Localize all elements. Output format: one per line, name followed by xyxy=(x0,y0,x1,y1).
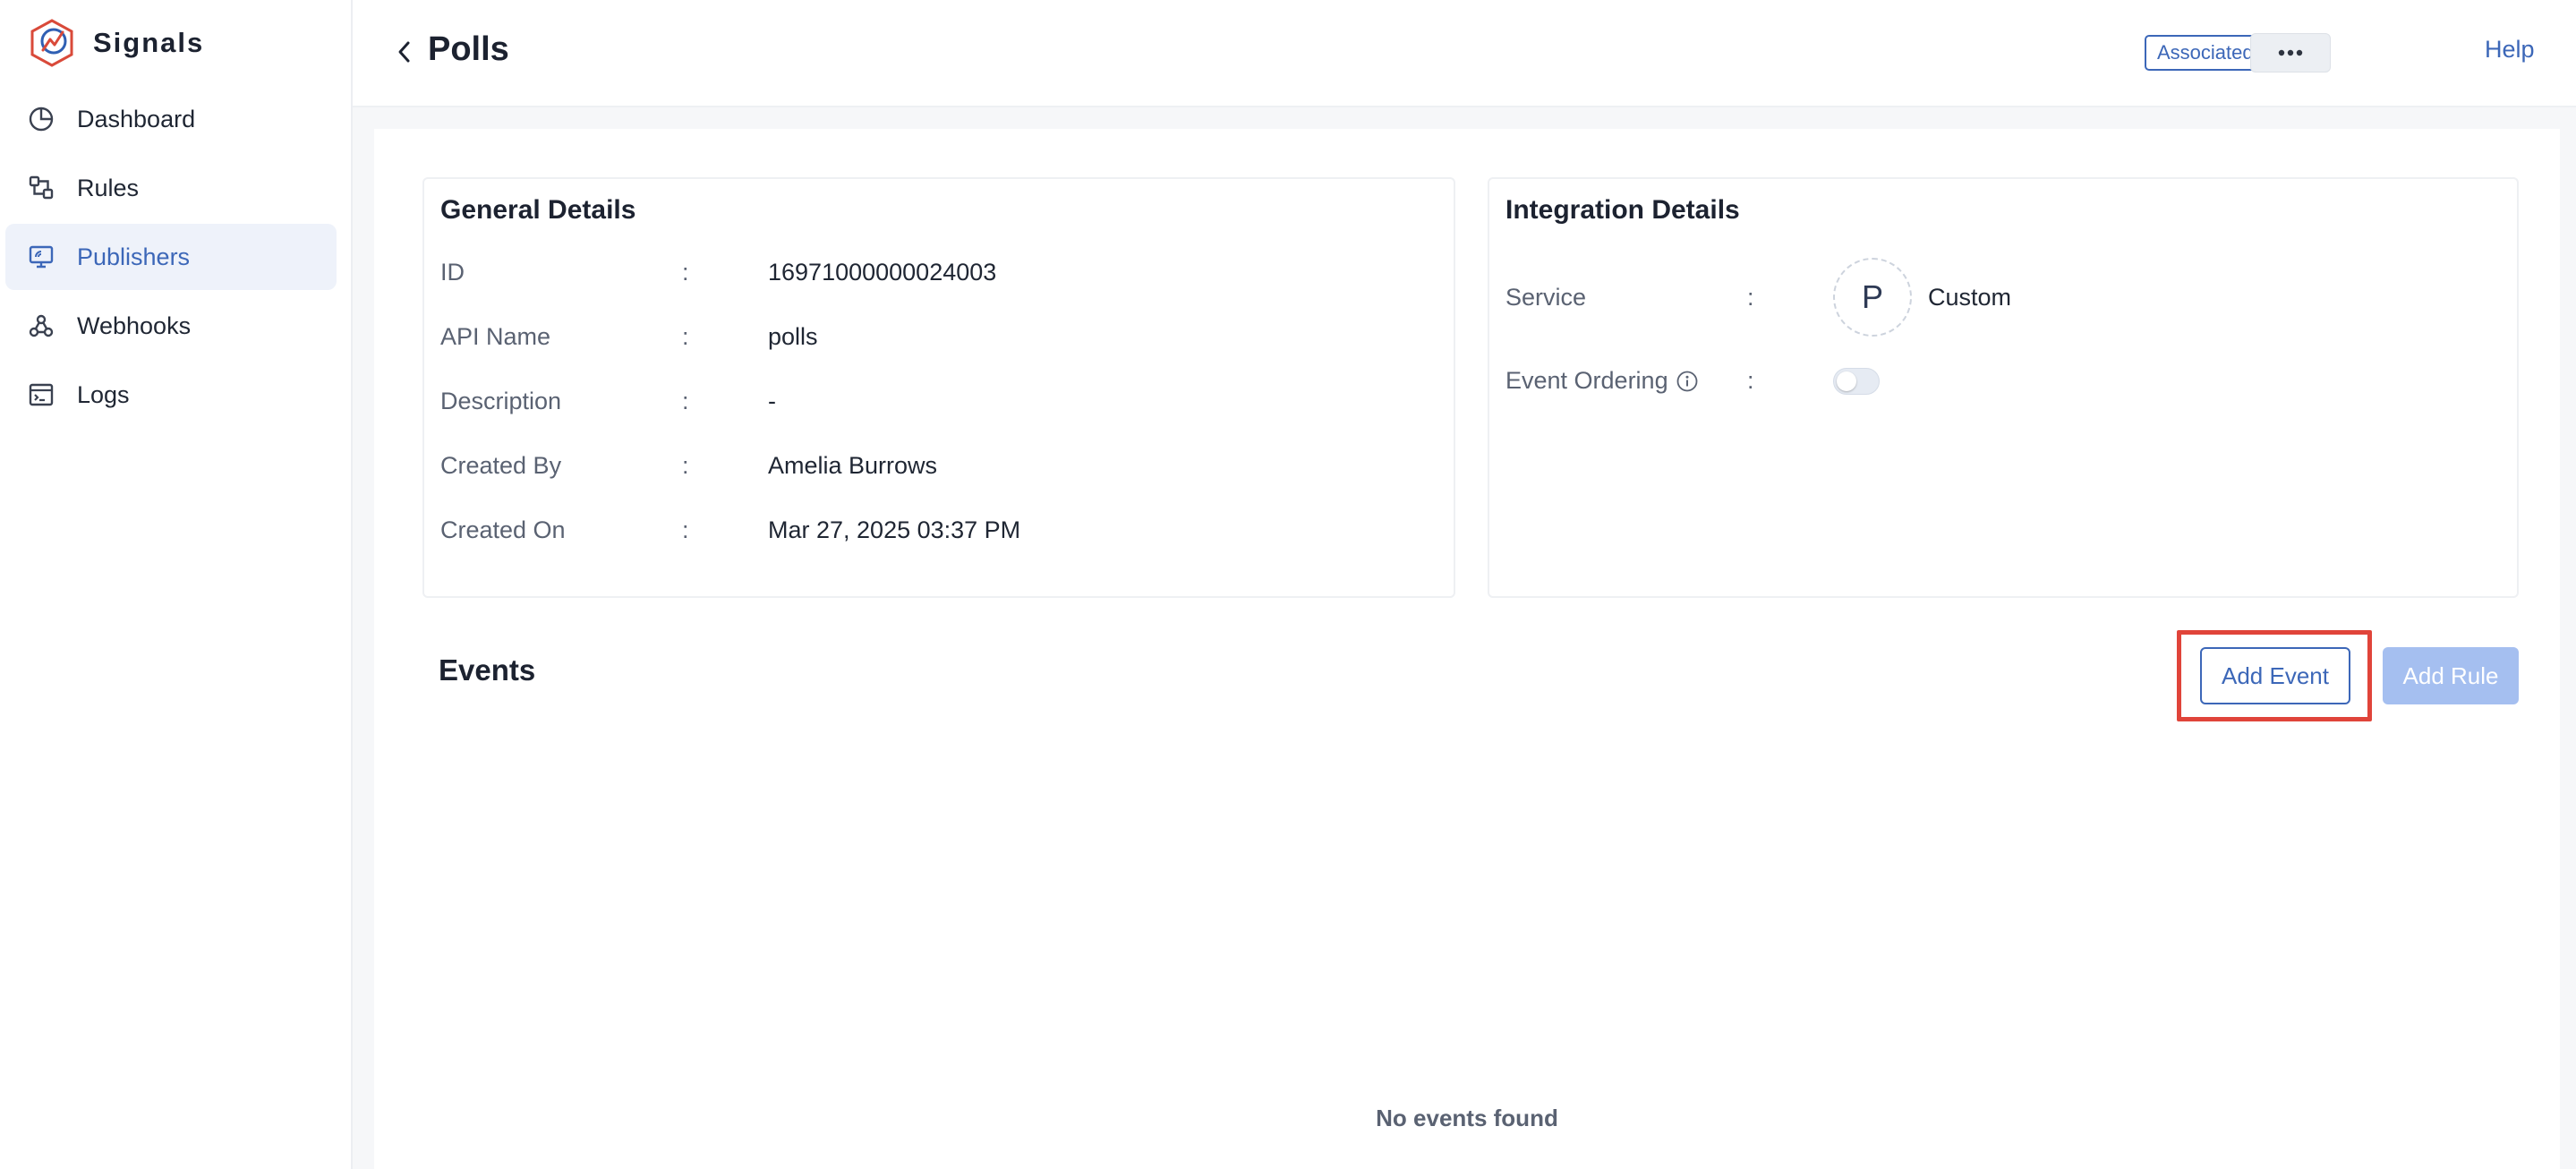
detail-row-created-by: Created By : Amelia Burrows xyxy=(440,448,937,483)
help-link[interactable]: Help xyxy=(2485,36,2535,64)
general-details-title: General Details xyxy=(440,195,636,225)
detail-row-id: ID : 16971000000024003 xyxy=(440,254,996,290)
info-icon[interactable] xyxy=(1676,370,1699,393)
sidebar-nav: Dashboard Rules Publishers Webhooks Logs xyxy=(0,84,353,431)
empty-state-text: No events found xyxy=(1376,1105,1558,1131)
page-header: Polls Associated Rules Help xyxy=(353,0,2576,107)
separator: : xyxy=(1747,283,1754,311)
service-row: Service : P Custom xyxy=(1506,258,2011,337)
detail-row-api-name: API Name : polls xyxy=(440,319,818,354)
sidebar-item-publishers[interactable]: Publishers xyxy=(5,224,337,290)
sidebar-item-label: Rules xyxy=(77,174,140,201)
integration-details-card: Integration Details Service : P Custom E… xyxy=(1488,177,2519,598)
detail-value: 16971000000024003 xyxy=(768,258,997,286)
separator: : xyxy=(682,451,689,479)
detail-value: Mar 27, 2025 03:37 PM xyxy=(768,516,1021,543)
add-event-button[interactable]: Add Event xyxy=(2200,647,2350,704)
service-label: Service xyxy=(1506,283,1587,311)
more-horizontal-icon xyxy=(2278,49,2303,56)
separator: : xyxy=(682,322,689,350)
dashboard-icon xyxy=(27,105,55,133)
more-options-button[interactable] xyxy=(2250,33,2331,73)
detail-label: API Name xyxy=(440,322,551,350)
publishers-icon xyxy=(27,243,55,271)
sidebar-item-webhooks[interactable]: Webhooks xyxy=(5,293,337,359)
brand[interactable]: Signals xyxy=(27,18,204,68)
app-name: Signals xyxy=(93,27,205,58)
detail-value: polls xyxy=(768,322,818,350)
detail-value: - xyxy=(768,387,776,414)
detail-row-created-on: Created On : Mar 27, 2025 03:37 PM xyxy=(440,512,1020,548)
events-title: Events xyxy=(439,653,536,687)
sidebar-item-label: Publishers xyxy=(77,243,191,270)
detail-label: Created By xyxy=(440,451,562,479)
general-details-card: General Details ID : 16971000000024003 A… xyxy=(422,177,1455,598)
separator: : xyxy=(682,516,689,543)
toggle-knob xyxy=(1837,371,1856,391)
separator: : xyxy=(682,258,689,286)
sidebar-item-logs[interactable]: Logs xyxy=(5,362,337,428)
sidebar: Signals Dashboard Rules Publishers Webho… xyxy=(0,0,353,1169)
page-title: Polls xyxy=(428,30,509,68)
logs-icon xyxy=(27,380,55,409)
sidebar-item-label: Webhooks xyxy=(77,311,192,339)
detail-label: ID xyxy=(440,258,465,286)
service-value: Custom xyxy=(1928,283,2012,311)
separator: : xyxy=(1747,367,1754,394)
event-ordering-label: Event Ordering xyxy=(1506,367,1668,394)
sidebar-item-dashboard[interactable]: Dashboard xyxy=(5,86,337,152)
separator: : xyxy=(682,387,689,414)
integration-details-title: Integration Details xyxy=(1506,195,1740,225)
signals-logo-icon xyxy=(30,19,73,67)
back-arrow-icon[interactable] xyxy=(387,34,422,70)
add-rule-button[interactable]: Add Rule xyxy=(2383,647,2519,704)
event-ordering-toggle[interactable] xyxy=(1833,367,1880,395)
main-panel: General Details ID : 16971000000024003 A… xyxy=(374,129,2560,1169)
sidebar-item-label: Dashboard xyxy=(77,105,196,132)
detail-row-description: Description : - xyxy=(440,383,776,419)
sidebar-item-rules[interactable]: Rules xyxy=(5,155,337,221)
detail-label: Created On xyxy=(440,516,566,543)
detail-label: Description xyxy=(440,387,562,414)
sidebar-item-label: Logs xyxy=(77,380,130,408)
rules-icon xyxy=(27,174,55,202)
service-avatar: P xyxy=(1833,258,1912,337)
event-ordering-row: Event Ordering : xyxy=(1506,367,1880,395)
detail-value: Amelia Burrows xyxy=(768,451,938,479)
webhooks-icon xyxy=(27,311,55,340)
